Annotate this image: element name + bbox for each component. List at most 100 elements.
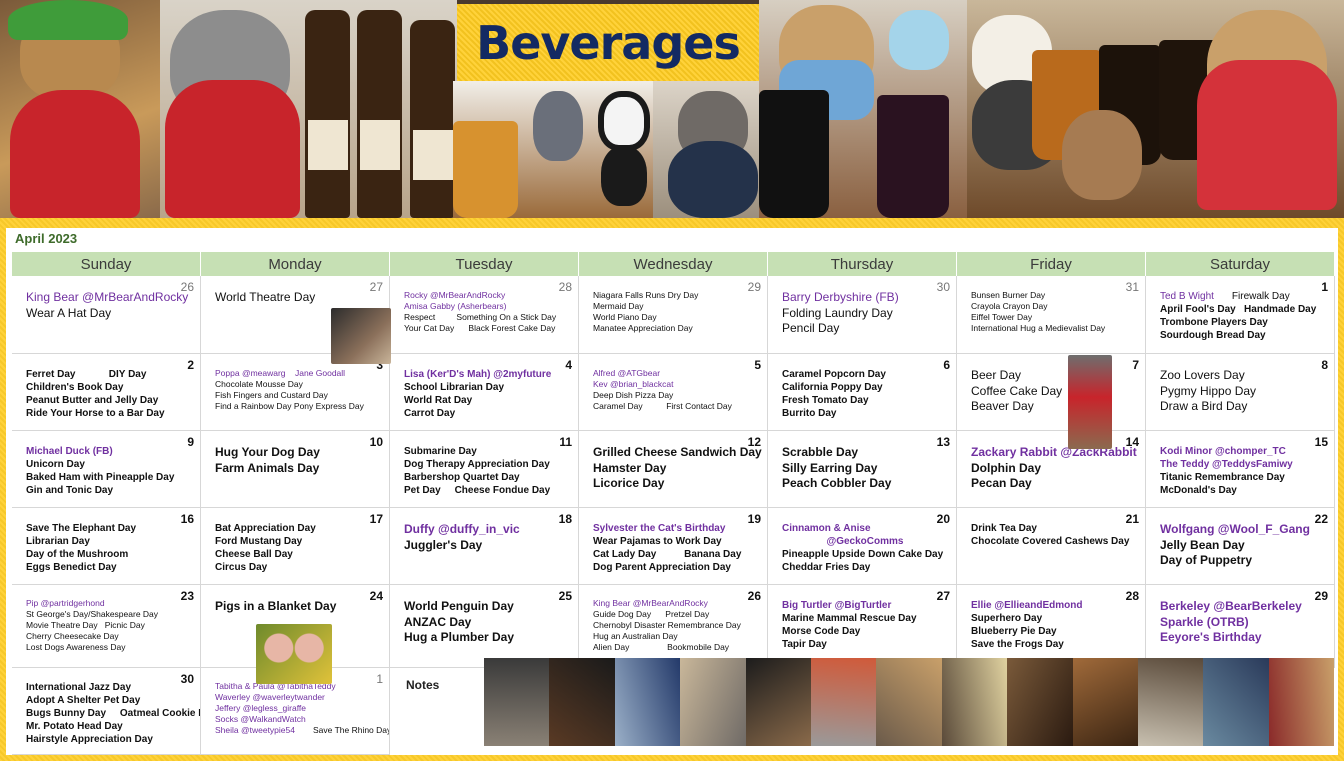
event-line: Guide Dog Day Pretzel Day: [593, 609, 763, 620]
event-text: @GeckoComms: [782, 536, 904, 547]
event-text: Kev @brian_blackcat: [593, 379, 674, 390]
day-cell: 5 Alfred @ATGbear Kev @brian_blackcat Deep …: [579, 354, 768, 431]
event-text: Bunsen Burner Day: [971, 290, 1046, 300]
event-text: World Rat Day: [404, 395, 473, 406]
day-cell: 23 Pip @partridgerhond St George's Day/Sha…: [12, 585, 201, 668]
weekday-header-tuesday: Tuesday: [390, 252, 578, 276]
event-text: Draw a Bird Day: [1160, 399, 1248, 414]
event-text: Alfred @ATGbear: [593, 368, 661, 378]
day-cell: 18 Duffy @duffy_in_vic Juggler's Day: [390, 508, 579, 585]
event-text: Peanut Butter and Jelly Day: [26, 395, 159, 406]
event-text: Amisa Gabby (Asherbears): [404, 301, 507, 312]
event-line: Scrabble Day: [782, 445, 952, 461]
event-text: Sheila @tweetypie54: [215, 725, 295, 736]
notes-photo: [549, 658, 615, 746]
event-line: Deep Dish Pizza Day: [593, 390, 763, 401]
event-text: McDonald's Day: [1160, 485, 1237, 496]
banner: Beverages: [0, 0, 1344, 218]
event-text: Trombone Players Day: [1160, 317, 1268, 328]
event-line: Socks @WalkandWatch: [215, 714, 385, 725]
day-cell: 31 Bunsen Burner Day Crayola Crayon Day Eif…: [957, 276, 1146, 354]
event-line: Lost Dogs Awareness Day: [26, 642, 196, 653]
event-text: The Teddy @TeddysFamiwy: [1160, 459, 1293, 470]
event-text: Ford Mustang Day: [215, 536, 303, 547]
event-line: McDonald's Day: [1160, 484, 1330, 497]
event-line: Big Turtler @BigTurtler: [782, 599, 952, 612]
day-cell: 30 Barry Derbyshire (FB) Folding Laundry D…: [768, 276, 957, 354]
event-text: Barbershop Quartet Day: [404, 472, 520, 483]
event-line: ANZAC Day: [404, 615, 574, 631]
event-text: Guide Dog Day Pretzel Day: [593, 609, 710, 620]
day-cell: 28 Ellie @EllieandEdmond Superhero Day Blue…: [957, 585, 1146, 668]
day-cell: 28 Rocky @MrBearAndRocky Amisa Gabby (Ashe…: [390, 276, 579, 354]
day-cell: 26 King Bear @MrBearAndRocky Guide Dog Day…: [579, 585, 768, 668]
event-line: Day of Puppetry: [1160, 553, 1330, 569]
event-text: Wear A Hat Day: [26, 305, 112, 320]
notes-photo: [1203, 658, 1269, 746]
event-text: World Piano Day: [593, 312, 657, 323]
day-cell: 27 Big Turtler @BigTurtler Marine Mammal R…: [768, 585, 957, 668]
event-text: Cheddar Fries Day: [782, 562, 871, 573]
event-text: Adopt A Shelter Pet Day: [26, 695, 141, 706]
event-text: Beer Day: [971, 368, 1022, 382]
event-text: Pecan Day: [971, 476, 1032, 491]
event-text: Hug a Plumber Day: [404, 630, 515, 645]
event-text: Cherry Cheesecake Day: [26, 631, 119, 642]
event-line: Grilled Cheese Sandwich Day: [593, 445, 763, 461]
event-text: Sourdough Bread Day: [1160, 330, 1266, 341]
event-text: Caramel Popcorn Day: [782, 369, 886, 380]
event-text: Beaver Day: [971, 399, 1034, 414]
event-line: Ted B Wight Firewalk Day: [1160, 290, 1330, 303]
day-cell: 10 Hug Your Dog Day Farm Animals Day: [201, 431, 390, 508]
event-text: Circus Day: [215, 562, 268, 573]
event-text: Farm Animals Day: [215, 460, 320, 475]
event-line: King Bear @MrBearAndRocky: [593, 598, 763, 609]
banner-photo-panda-and-pints: [967, 0, 1344, 218]
event-text: Michael Duck (FB): [26, 446, 113, 457]
event-text: Crayola Crayon Day: [971, 301, 1048, 312]
event-text: Eiffel Tower Day: [971, 312, 1033, 323]
event-text: Alien Day Bookmobile Day: [593, 642, 730, 653]
event-line: Michael Duck (FB): [26, 445, 196, 458]
event-text: Chernobyl Disaster Remembrance Day: [593, 620, 741, 631]
event-line: Ride Your Horse to a Bar Day: [26, 407, 196, 420]
event-line: Manatee Appreciation Day: [593, 323, 763, 334]
event-line: School Librarian Day: [404, 381, 574, 394]
event-line: World Rat Day: [404, 394, 574, 407]
event-text: Save The Elephant Day: [26, 523, 137, 534]
event-line: Sheila @tweetypie54 Save The Rhino Day: [215, 725, 389, 736]
event-line: Blueberry Pie Day: [971, 625, 1141, 638]
event-line: Tapir Day: [782, 638, 952, 651]
event-line: Dog Parent Appreciation Day: [593, 561, 763, 574]
event-line: Ferret Day DIY Day: [26, 368, 196, 381]
banner-title: Beverages: [476, 15, 741, 70]
weekday-header-wednesday: Wednesday: [579, 252, 767, 276]
event-line: Drink Tea Day: [971, 522, 1141, 535]
event-text: Folding Laundry Day: [782, 305, 893, 320]
notes-photo: [680, 658, 746, 746]
event-text: Dog Parent Appreciation Day: [593, 562, 731, 573]
event-line: Morse Code Day: [782, 625, 952, 638]
day-cell: 6 Caramel Popcorn Day California Poppy Day…: [768, 354, 957, 431]
event-text: Coffee Cake Day: [971, 383, 1063, 398]
event-line: Bugs Bunny Day Oatmeal Cookie Day: [26, 707, 200, 720]
event-text: Socks @WalkandWatch: [215, 714, 306, 725]
event-line: Jelly Bean Day: [1160, 538, 1330, 554]
event-line: @GeckoComms: [782, 535, 952, 548]
event-line: Poppa @meawarg Jane Goodall: [215, 368, 385, 379]
event-line: Caramel Day First Contact Day: [593, 401, 763, 412]
event-line: St George's Day/Shakespeare Day: [26, 609, 196, 620]
event-text: Kodi Minor @chomper_TC: [1160, 446, 1286, 457]
event-line: Peanut Butter and Jelly Day: [26, 394, 196, 407]
event-line: Save the Frogs Day: [971, 638, 1141, 651]
event-line: Licorice Day: [593, 476, 763, 492]
event-line: Pineapple Upside Down Cake Day: [782, 548, 952, 561]
event-line: Niagara Falls Runs Dry Day: [593, 290, 763, 301]
event-text: Scrabble Day: [782, 445, 859, 459]
event-text: Big Turtler @BigTurtler: [782, 600, 892, 611]
day-cell: 29 Berkeley @BearBerkeley Sparkle (OTRB) Ee…: [1146, 585, 1335, 668]
event-text: Ferret Day DIY Day: [26, 369, 147, 380]
event-line: Ellie @EllieandEdmond: [971, 599, 1141, 612]
event-line: International Jazz Day: [26, 681, 196, 694]
event-line: Draw a Bird Day: [1160, 399, 1330, 415]
